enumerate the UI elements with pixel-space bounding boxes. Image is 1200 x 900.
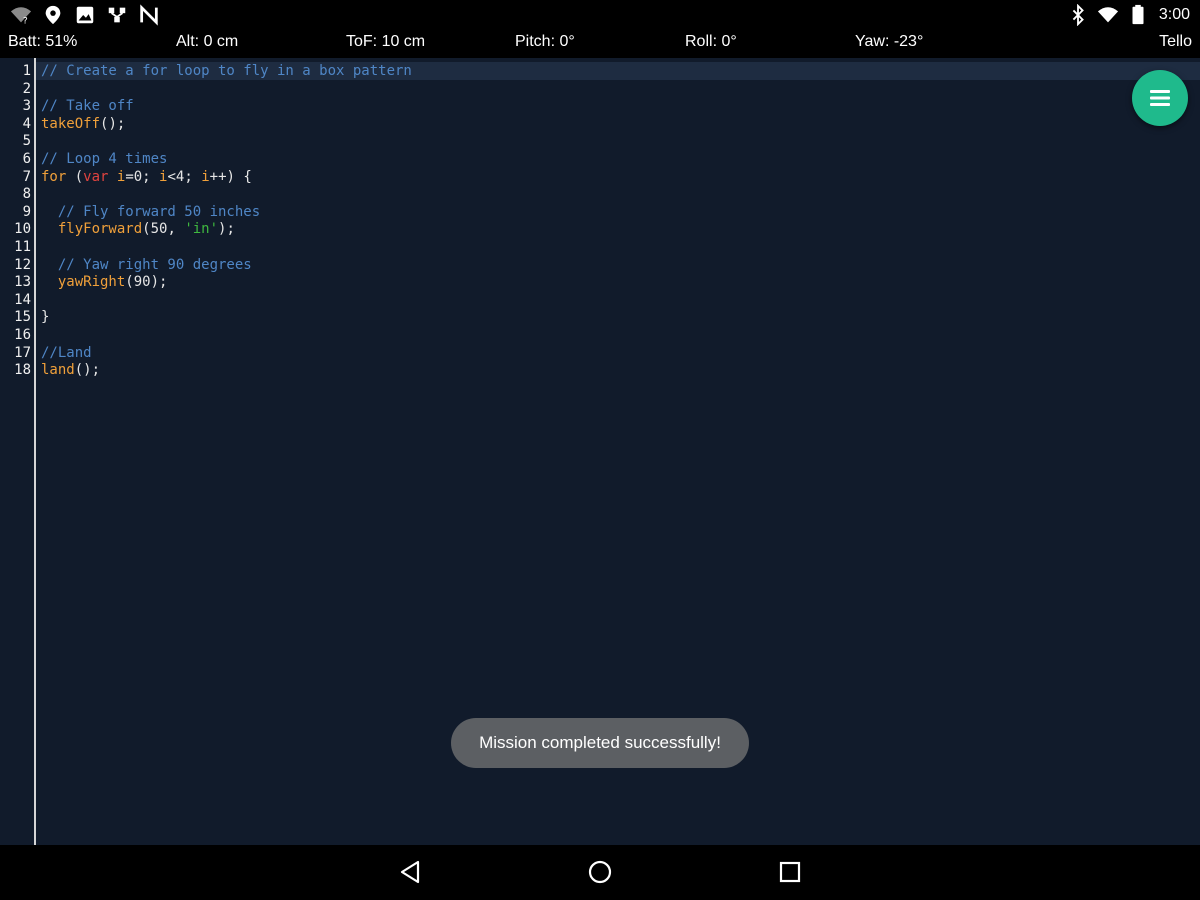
line-number: 9 <box>22 203 31 220</box>
code-text[interactable]: takeOff(); <box>41 115 125 133</box>
code-line[interactable]: 14 <box>0 291 1200 309</box>
line-number: 3 <box>22 98 31 115</box>
home-icon <box>587 859 613 885</box>
line-number: 1 <box>22 63 31 79</box>
code-line[interactable]: 12 // Yaw right 90 degrees <box>0 256 1200 274</box>
code-text[interactable]: // Yaw right 90 degrees <box>41 256 252 274</box>
code-line[interactable]: 3 // Take off <box>0 97 1200 115</box>
svg-text:?: ? <box>23 15 28 26</box>
code-text[interactable]: land(); <box>41 361 100 379</box>
code-line[interactable]: 2 <box>0 80 1200 98</box>
line-number: 2 <box>22 80 31 97</box>
altitude-readout: Alt: 0 cm <box>176 33 239 50</box>
code-text[interactable]: // Create a for loop to fly in a box pat… <box>41 62 412 80</box>
code-line[interactable]: 16 <box>0 326 1200 344</box>
line-number: 7 <box>22 168 31 185</box>
battery-icon <box>1127 4 1149 26</box>
code-line[interactable]: 6 // Loop 4 times <box>0 150 1200 168</box>
toast-message: Mission completed successfully! <box>451 718 749 768</box>
yaw-readout: Yaw: -23° <box>855 33 924 50</box>
nfc-icon <box>138 4 160 26</box>
line-number: 17 <box>14 344 31 361</box>
line-number: 4 <box>22 115 31 132</box>
code-text[interactable]: for (var i=0; i<4; i++) { <box>41 168 252 186</box>
line-number: 15 <box>14 309 31 326</box>
code-text[interactable]: // Take off <box>41 97 134 115</box>
code-line[interactable]: 4 takeOff(); <box>0 115 1200 133</box>
code-text[interactable]: flyForward(50, 'in'); <box>41 220 235 238</box>
location-pin-icon <box>42 4 64 26</box>
line-number: 12 <box>14 256 31 273</box>
code-line[interactable]: 17 //Land <box>0 344 1200 362</box>
recents-button[interactable] <box>777 859 803 885</box>
code-text[interactable]: // Loop 4 times <box>41 150 167 168</box>
code-text[interactable]: //Land <box>41 344 92 362</box>
code-line[interactable]: 18 land(); <box>0 361 1200 379</box>
code-line[interactable]: 9 // Fly forward 50 inches <box>0 203 1200 221</box>
status-clock: 3:00 <box>1158 6 1190 23</box>
navigation-bar <box>0 845 1200 900</box>
code-text[interactable]: } <box>41 308 49 326</box>
home-button[interactable] <box>587 859 613 885</box>
menu-button[interactable] <box>1132 70 1188 126</box>
bluetooth-icon <box>1067 4 1089 26</box>
back-button[interactable] <box>398 859 424 885</box>
code-line[interactable]: 8 <box>0 185 1200 203</box>
image-icon <box>74 4 96 26</box>
line-number: 14 <box>14 291 31 308</box>
wifi-icon <box>1097 4 1119 26</box>
code-text[interactable]: // Fly forward 50 inches <box>41 203 260 221</box>
tof-readout: ToF: 10 cm <box>346 33 426 50</box>
status-left-icons: ? <box>10 4 160 26</box>
wifi-question-icon: ? <box>10 4 32 26</box>
code-line[interactable]: 11 <box>0 238 1200 256</box>
recents-icon <box>777 859 803 885</box>
line-number: 16 <box>14 327 31 343</box>
line-number: 5 <box>22 133 31 150</box>
line-number: 13 <box>14 274 31 291</box>
pitch-readout: Pitch: 0° <box>515 33 575 50</box>
code-text[interactable]: yawRight(90); <box>41 273 168 291</box>
code-line[interactable]: 15} <box>0 308 1200 326</box>
line-number: 8 <box>22 186 31 203</box>
code-line[interactable]: 1 // Create a for loop to fly in a box pa… <box>0 62 1200 80</box>
line-number: 11 <box>14 239 31 255</box>
line-number: 18 <box>14 362 31 379</box>
network-icon <box>106 4 128 26</box>
device-name: Tello <box>1159 33 1192 50</box>
line-number: 10 <box>14 221 31 238</box>
roll-readout: Roll: 0° <box>685 33 737 50</box>
back-icon <box>398 859 424 885</box>
code-line[interactable]: 10 flyForward(50, 'in'); <box>0 220 1200 238</box>
code-line[interactable]: 13 yawRight(90); <box>0 273 1200 291</box>
code-line[interactable]: 7 for (var i=0; i<4; i++) { <box>0 168 1200 186</box>
code-line[interactable]: 5 <box>0 132 1200 150</box>
telemetry-bar: Batt: 51% Alt: 0 cm ToF: 10 cm Pitch: 0°… <box>0 30 1200 58</box>
status-right-icons: 3:00 <box>1067 4 1190 26</box>
line-number: 6 <box>22 151 31 167</box>
battery-readout: Batt: 51% <box>8 33 78 50</box>
status-bar: ? 3:00 <box>0 0 1200 30</box>
